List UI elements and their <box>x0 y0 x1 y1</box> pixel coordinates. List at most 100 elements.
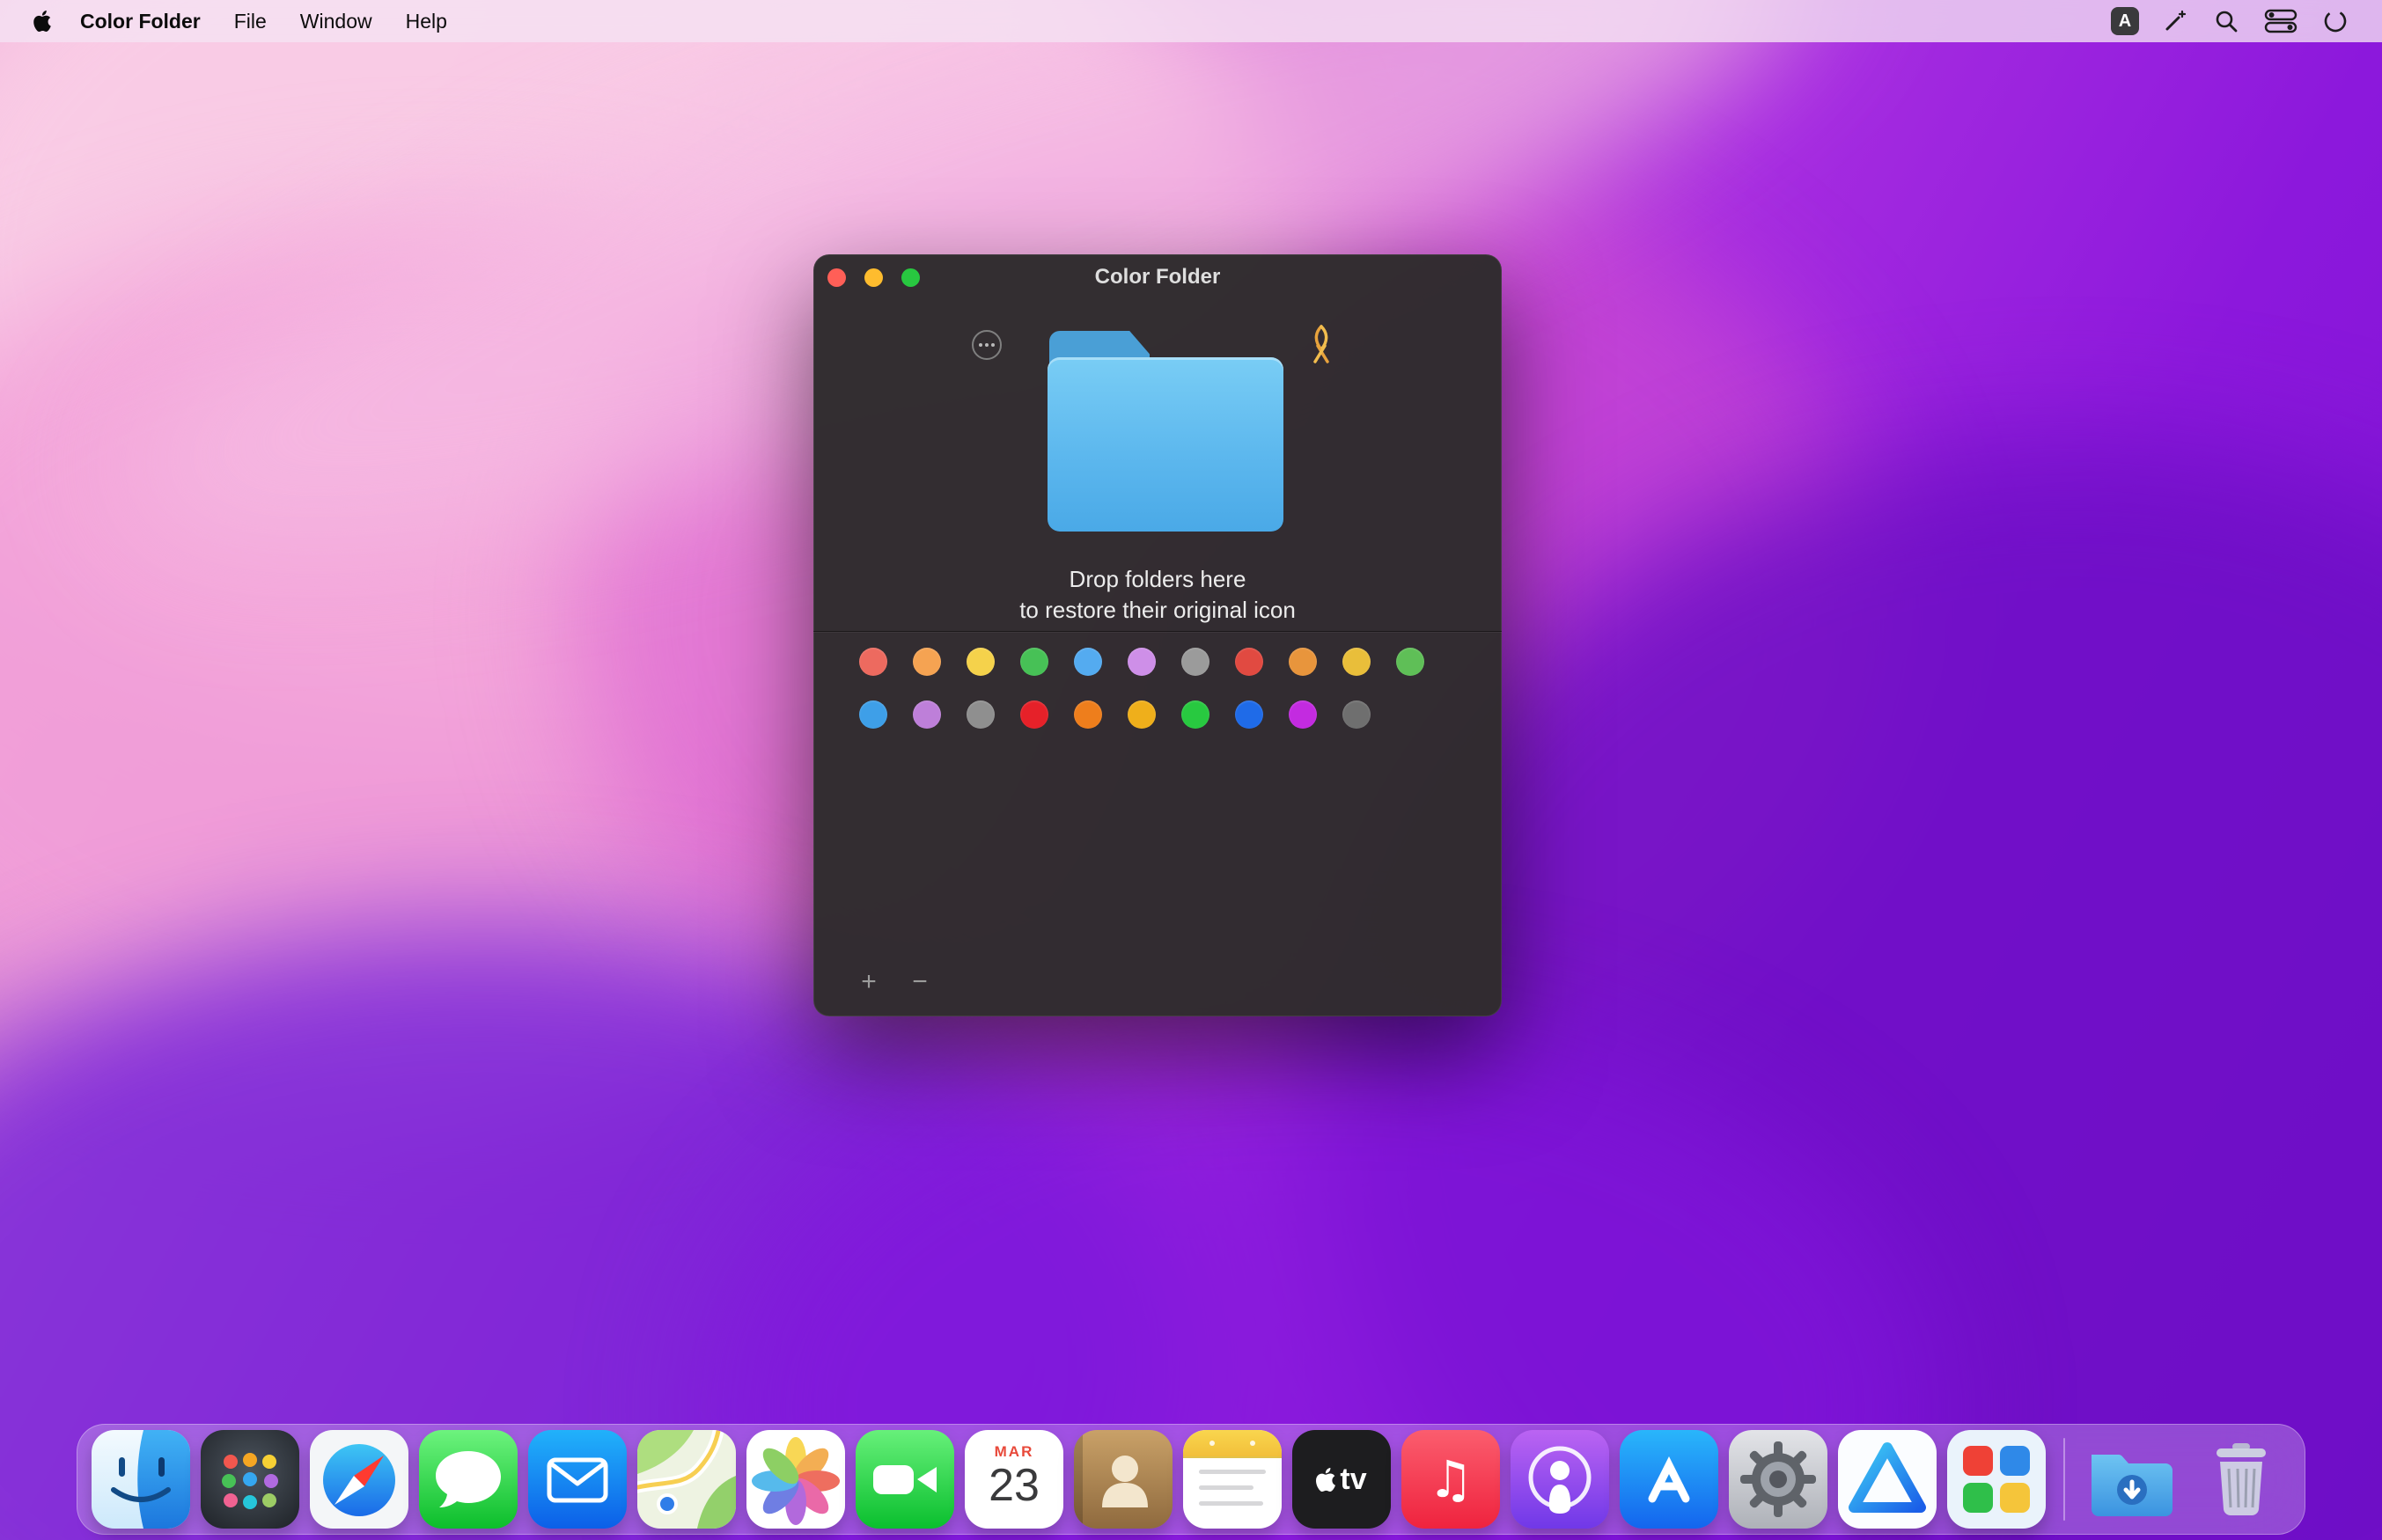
palette-dot-e9be3a[interactable] <box>1342 648 1371 676</box>
palette-dot-3e9fe8[interactable] <box>859 700 887 729</box>
blue-folder-icon[interactable] <box>1048 331 1283 532</box>
app-menu-title[interactable]: Color Folder <box>63 0 217 42</box>
palette-row-1 <box>859 648 1424 676</box>
apple-tv-apple-icon <box>1316 1467 1336 1492</box>
dock-item-downloads[interactable] <box>2083 1430 2181 1529</box>
dock-item-color-folder-app[interactable] <box>1947 1430 2046 1529</box>
palette-dot-6f6f6f[interactable] <box>1342 700 1371 729</box>
dock-item-photos[interactable] <box>746 1430 845 1529</box>
control-center-icon[interactable] <box>2252 0 2310 42</box>
palette-dot-e62129[interactable] <box>1020 700 1048 729</box>
downloads-folder-icon <box>2092 1454 2172 1516</box>
palette-dot-28c940[interactable] <box>1181 700 1209 729</box>
apple-tv-label: tv <box>1340 1462 1367 1496</box>
menu-file[interactable]: File <box>217 0 283 42</box>
window-titlebar[interactable]: Color Folder <box>813 254 1502 300</box>
folder-body <box>1048 357 1283 532</box>
drop-text-line1: Drop folders here <box>1069 566 1246 592</box>
dock-item-maps[interactable] <box>637 1430 736 1529</box>
menu-window[interactable]: Window <box>283 0 389 42</box>
desktop: Color Folder File Window Help A Color Fo… <box>0 0 2382 1540</box>
palette-dot-e8953c[interactable] <box>1289 648 1317 676</box>
palette-dot-ce8fe8[interactable] <box>1128 648 1156 676</box>
wand-glyph <box>2165 10 2187 31</box>
window-actions: + − <box>852 965 937 999</box>
calendar-day: 23 <box>989 1460 1040 1511</box>
palette-dot-be7fd9[interactable] <box>913 700 941 729</box>
palette-dot-f5a352[interactable] <box>913 648 941 676</box>
dock-item-trash[interactable] <box>2192 1430 2290 1529</box>
notes-header <box>1183 1430 1282 1458</box>
palette-dot-ee7e1c[interactable] <box>1074 700 1102 729</box>
minimize-button[interactable] <box>864 268 883 287</box>
menu-help[interactable]: Help <box>389 0 464 42</box>
mail-icon <box>528 1430 627 1529</box>
input-source-icon[interactable]: A <box>2111 7 2139 35</box>
palette-dot-47c156[interactable] <box>1020 648 1048 676</box>
divider <box>813 631 1502 632</box>
dock-item-notes[interactable] <box>1183 1430 1282 1529</box>
app-store-icon <box>1620 1430 1718 1529</box>
dock-item-contacts[interactable] <box>1074 1430 1173 1529</box>
close-button[interactable] <box>827 268 846 287</box>
podcasts-icon <box>1511 1430 1609 1529</box>
circular-status-glyph <box>2324 10 2347 33</box>
circular-status-icon[interactable] <box>2310 0 2361 42</box>
notes-lines <box>1183 1470 1282 1506</box>
trash-icon <box>2217 1443 2266 1516</box>
apple-icon <box>33 11 51 32</box>
triangle-app-icon <box>1838 1430 1937 1529</box>
palette-dot-1f6be8[interactable] <box>1235 700 1263 729</box>
dock-item-finder[interactable] <box>92 1430 190 1529</box>
dock-item-app-store[interactable] <box>1620 1430 1718 1529</box>
palette-dot-c32be0[interactable] <box>1289 700 1317 729</box>
palette-row-2 <box>859 700 1371 729</box>
dock-item-music[interactable]: ♫ <box>1401 1430 1500 1529</box>
dock-item-launchpad[interactable] <box>201 1430 299 1529</box>
palette-dot-54abf0[interactable] <box>1074 648 1102 676</box>
system-preferences-icon <box>1729 1430 1827 1529</box>
wand-icon[interactable] <box>2150 0 2201 42</box>
palette-dot-f5d24b[interactable] <box>967 648 995 676</box>
finder-icon <box>92 1430 190 1529</box>
palette-dot-e14a41[interactable] <box>1235 648 1263 676</box>
ribbon-icon[interactable] <box>1306 323 1336 368</box>
dock-item-system-preferences[interactable] <box>1729 1430 1827 1529</box>
dock-item-messages[interactable] <box>419 1430 518 1529</box>
dock-item-facetime[interactable] <box>856 1430 954 1529</box>
palette-dot-5fbf57[interactable] <box>1396 648 1424 676</box>
apple-menu[interactable] <box>21 0 63 42</box>
contacts-icon <box>1074 1430 1173 1529</box>
maps-icon <box>637 1430 736 1529</box>
menu-bar: Color Folder File Window Help A <box>0 0 2382 42</box>
ribbon-glyph <box>1313 325 1329 363</box>
dock-item-podcasts[interactable] <box>1511 1430 1609 1529</box>
color-folder-app-icon <box>1947 1430 2046 1529</box>
add-color-button[interactable]: + <box>852 965 886 999</box>
color-folder-window: Color Folder Drop folders here to restor… <box>813 254 1502 1016</box>
dock-item-mail[interactable] <box>528 1430 627 1529</box>
dock-item-safari[interactable] <box>310 1430 408 1529</box>
palette-dot-ed6a5f[interactable] <box>859 648 887 676</box>
zoom-button[interactable] <box>901 268 920 287</box>
messages-icon <box>419 1430 518 1529</box>
calendar-month: MAR <box>994 1443 1034 1460</box>
palette-dot-8f8f8f[interactable] <box>967 700 995 729</box>
dock-item-calendar[interactable]: MAR 23 <box>965 1430 1063 1529</box>
drop-instructions: Drop folders here to restore their origi… <box>813 564 1502 626</box>
remove-color-button[interactable]: − <box>903 965 937 999</box>
dock-item-tv[interactable]: tv <box>1292 1430 1391 1529</box>
palette-dot-9b9b9b[interactable] <box>1181 648 1209 676</box>
photos-icon <box>746 1430 845 1529</box>
music-note-icon: ♫ <box>1428 1449 1474 1509</box>
input-source-label: A <box>2118 11 2132 31</box>
launchpad-icon <box>201 1430 299 1529</box>
search-icon[interactable] <box>2201 0 2252 42</box>
palette-dot-efaf1b[interactable] <box>1128 700 1156 729</box>
more-options-button[interactable] <box>972 330 1002 360</box>
dock-item-graphic-tool[interactable] <box>1838 1430 1937 1529</box>
safari-icon <box>310 1430 408 1529</box>
dock-separator <box>2063 1438 2065 1521</box>
facetime-icon <box>856 1430 954 1529</box>
control-center-glyph <box>2264 9 2297 33</box>
